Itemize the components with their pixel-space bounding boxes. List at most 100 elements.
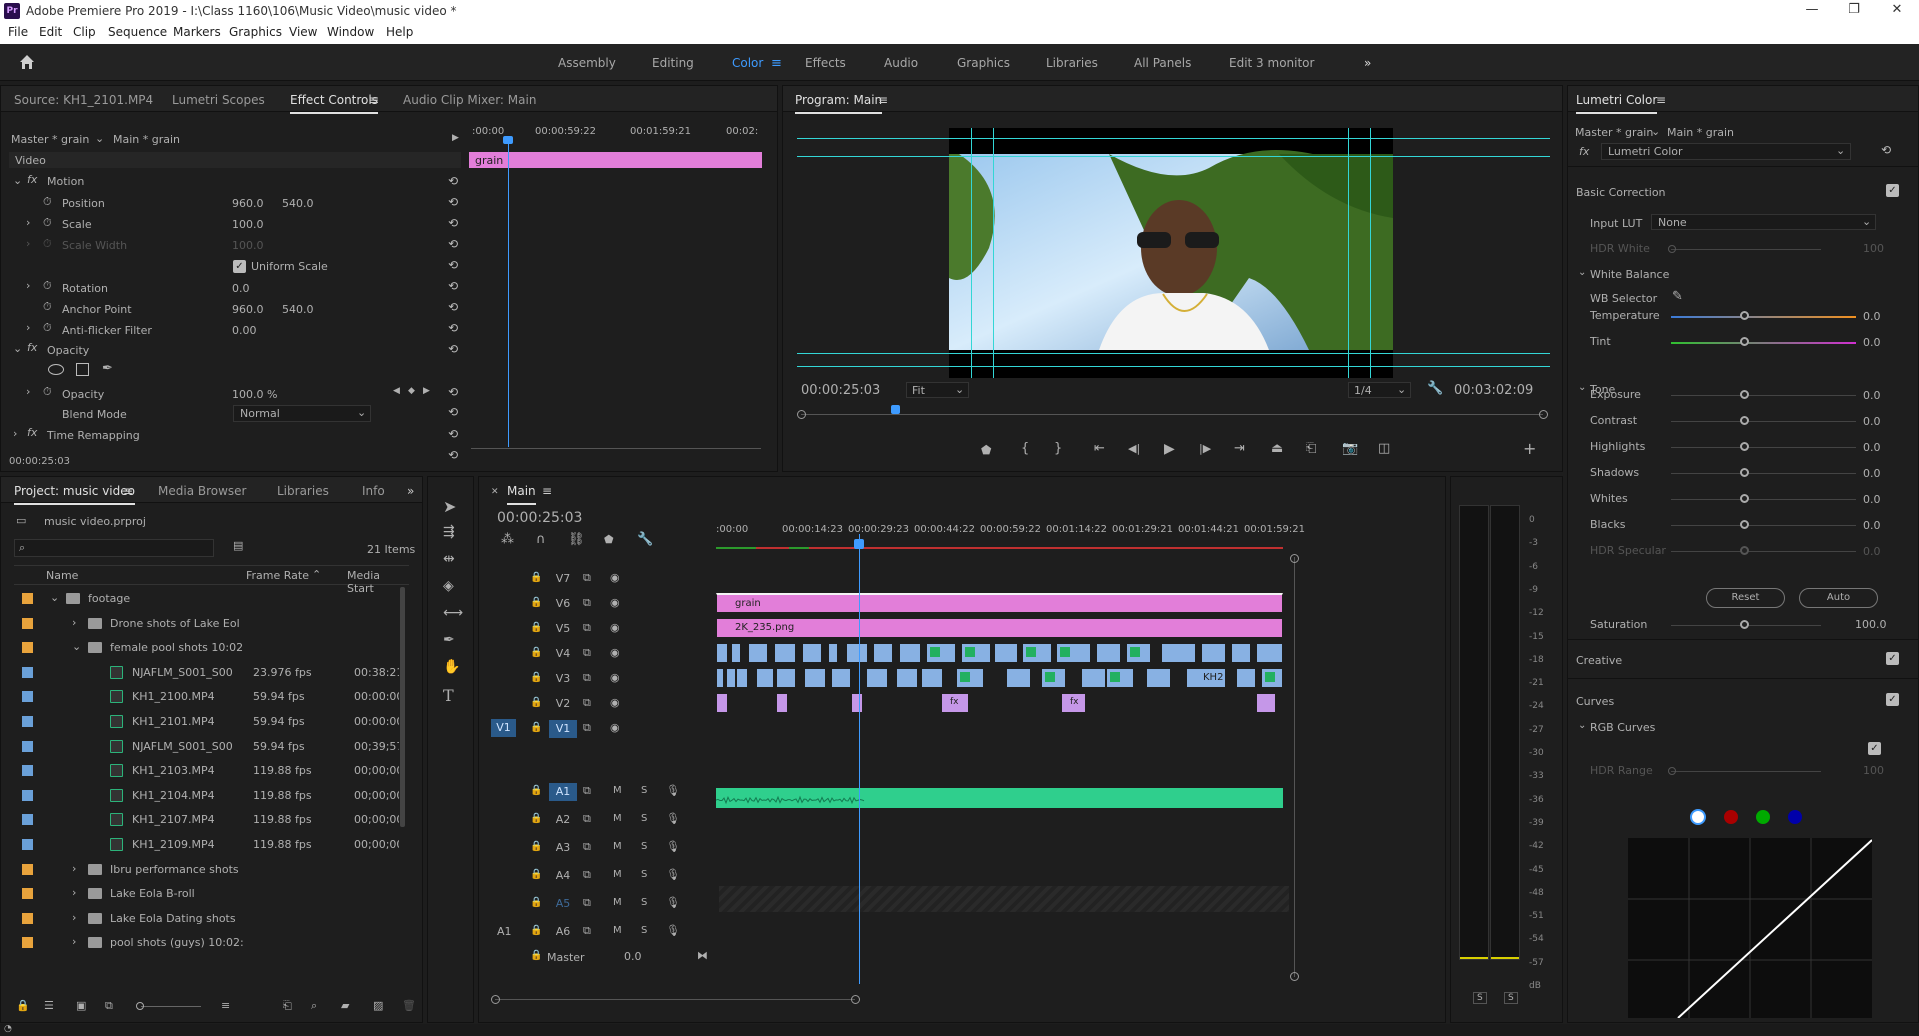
chevron-down-icon[interactable]: ⌄ xyxy=(1578,382,1586,393)
label-color-swatch[interactable] xyxy=(22,912,33,924)
track-label[interactable]: A6 xyxy=(549,923,577,941)
playhead-line[interactable] xyxy=(508,140,509,447)
new-item-icon[interactable]: ▨ xyxy=(373,999,383,1012)
video-clip[interactable] xyxy=(726,668,736,688)
menu-window[interactable]: Window xyxy=(327,25,374,39)
menu-view[interactable]: View xyxy=(289,25,317,39)
program-playhead[interactable] xyxy=(891,405,900,414)
sync-lock-icon[interactable]: ⧉ xyxy=(583,721,591,735)
video-clip[interactable] xyxy=(1261,668,1283,688)
sync-lock-icon[interactable]: ⧉ xyxy=(583,868,591,882)
microphone-icon[interactable]: 🎙 xyxy=(666,896,680,909)
panel-menu-icon[interactable]: ≡ xyxy=(1656,93,1666,107)
reset-parameter-icon[interactable]: ⟲ xyxy=(448,279,458,293)
white-balance-header[interactable]: White Balance xyxy=(1590,268,1669,281)
sync-lock-icon[interactable]: ⧉ xyxy=(583,571,591,585)
step-back-icon[interactable]: ◀| xyxy=(1128,442,1140,455)
close-sequence-icon[interactable]: ✕ xyxy=(491,487,499,497)
reset-parameter-icon[interactable]: ⟲ xyxy=(448,448,458,462)
comparison-view-icon[interactable]: ◫ xyxy=(1378,441,1390,456)
sequence-clip-label[interactable]: Main * grain xyxy=(113,133,180,146)
exposure-slider[interactable] xyxy=(1740,390,1749,399)
lock-icon[interactable]: 🔒 xyxy=(530,869,542,880)
png-overlay-clip[interactable]: 2K_235.png xyxy=(716,618,1283,638)
project-item-row[interactable]: › Drone shots of Lake Eol xyxy=(14,613,399,635)
lock-icon[interactable]: 🔒 xyxy=(530,722,542,733)
video-clip[interactable] xyxy=(1201,643,1226,663)
chevron-right-icon[interactable]: › xyxy=(72,935,76,948)
video-clip[interactable] xyxy=(926,643,956,663)
microphone-icon[interactable]: 🎙 xyxy=(666,868,680,881)
video-clip[interactable] xyxy=(1126,643,1151,663)
sync-lock-icon[interactable]: ⧉ xyxy=(583,896,591,910)
label-color-swatch[interactable] xyxy=(22,814,33,826)
mute-button[interactable]: M xyxy=(613,813,622,824)
chevron-right-icon[interactable]: › xyxy=(72,862,76,875)
basic-correction-header[interactable]: Basic Correction xyxy=(1576,186,1666,199)
video-clip[interactable] xyxy=(846,643,868,663)
lock-icon[interactable]: 🔒 xyxy=(530,897,542,908)
red-curve-channel-button[interactable] xyxy=(1724,810,1738,824)
sequence-tab[interactable]: Main xyxy=(507,484,536,505)
program-monitor-title[interactable]: Program: Main xyxy=(795,93,883,114)
position-x-value[interactable]: 960.0 xyxy=(232,197,264,210)
stopwatch-icon[interactable]: ⏱ xyxy=(43,300,52,314)
resolution-select[interactable]: 1/4 ⌄ xyxy=(1348,382,1411,398)
trash-icon[interactable]: 🗑 xyxy=(402,999,416,1012)
add-marker-icon[interactable]: ⬟ xyxy=(604,533,614,546)
anchor-x-value[interactable]: 960.0 xyxy=(232,303,264,316)
video-clip[interactable] xyxy=(1056,643,1091,663)
lock-icon[interactable]: 🔒 xyxy=(530,697,542,708)
video-clip[interactable] xyxy=(1231,643,1251,663)
reset-parameter-icon[interactable]: ⟲ xyxy=(448,258,458,272)
panel-menu-icon[interactable]: ≡ xyxy=(542,484,552,498)
hand-tool-icon[interactable]: ✋ xyxy=(443,659,460,675)
chevron-right-icon[interactable]: › xyxy=(72,911,76,924)
workspace-effects[interactable]: Effects xyxy=(805,56,846,70)
play-arrow-icon[interactable]: ▶ xyxy=(452,133,459,143)
track-label[interactable]: A3 xyxy=(549,839,577,857)
video-clip[interactable] xyxy=(774,643,796,663)
video-clip[interactable] xyxy=(873,643,893,663)
go-to-out-icon[interactable]: ⇥ xyxy=(1234,441,1245,456)
timeline-timecode[interactable]: 00:00:25:03 xyxy=(497,510,582,526)
zoom-slider[interactable] xyxy=(141,1006,201,1007)
master-clip-label[interactable]: Master * grain xyxy=(11,133,89,146)
sync-lock-icon[interactable]: ⧉ xyxy=(583,924,591,938)
reset-parameter-icon[interactable]: ⟲ xyxy=(448,216,458,230)
menu-file[interactable]: File xyxy=(8,25,28,39)
creative-header[interactable]: Creative xyxy=(1576,654,1622,667)
project-item-row[interactable]: KH1_2104.MP4 119.88 fps 00;00;00;0 xyxy=(14,785,399,807)
playhead-handle[interactable] xyxy=(503,136,513,144)
label-color-swatch[interactable] xyxy=(22,642,33,654)
reset-parameter-icon[interactable]: ⟲ xyxy=(448,300,458,314)
video-clip[interactable] xyxy=(776,693,788,713)
video-clip[interactable] xyxy=(961,643,991,663)
video-clip[interactable] xyxy=(866,668,888,688)
home-icon[interactable] xyxy=(18,53,36,71)
tint-slider[interactable] xyxy=(1740,337,1749,346)
maximize-button[interactable]: ❐ xyxy=(1839,2,1869,17)
sequence-clip-label[interactable]: Main * grain xyxy=(1667,126,1734,139)
label-color-swatch[interactable] xyxy=(22,593,33,604)
project-search-input[interactable]: ⌕ xyxy=(14,539,214,557)
project-item-row[interactable]: NJAFLM_S001_S00 59.94 fps 00;39;57;0 xyxy=(14,736,399,758)
add-keyframe-icon[interactable]: ◆ xyxy=(408,386,415,396)
contrast-slider[interactable] xyxy=(1740,416,1749,425)
sync-lock-icon[interactable]: ⧉ xyxy=(583,621,591,635)
reset-parameter-icon[interactable]: ⟲ xyxy=(448,237,458,251)
project-item-row[interactable]: KH1_2103.MP4 119.88 fps 00;00;00;0 xyxy=(14,760,399,782)
workspace-libraries[interactable]: Libraries xyxy=(1046,56,1098,70)
workspace-edit-3-monitor[interactable]: Edit 3 monitor xyxy=(1229,56,1314,70)
lumetri-color-title[interactable]: Lumetri Color xyxy=(1576,93,1658,114)
chevron-down-icon[interactable]: ⌄ xyxy=(50,591,59,604)
solo-right-button[interactable]: S xyxy=(1504,992,1518,1004)
project-item-row[interactable]: KH1_2109.MP4 119.88 fps 00;00;00;0 xyxy=(14,834,399,856)
rectangle-mask-icon[interactable] xyxy=(76,363,89,376)
project-item-row[interactable]: ⌄ female pool shots 10:02 xyxy=(14,637,399,659)
video-clip[interactable] xyxy=(716,643,728,663)
track-label[interactable]: A1 xyxy=(549,783,577,801)
find-icon[interactable]: ⌕ xyxy=(311,999,317,1013)
video-clip[interactable] xyxy=(956,668,984,688)
lock-icon[interactable]: 🔒 xyxy=(530,785,542,796)
